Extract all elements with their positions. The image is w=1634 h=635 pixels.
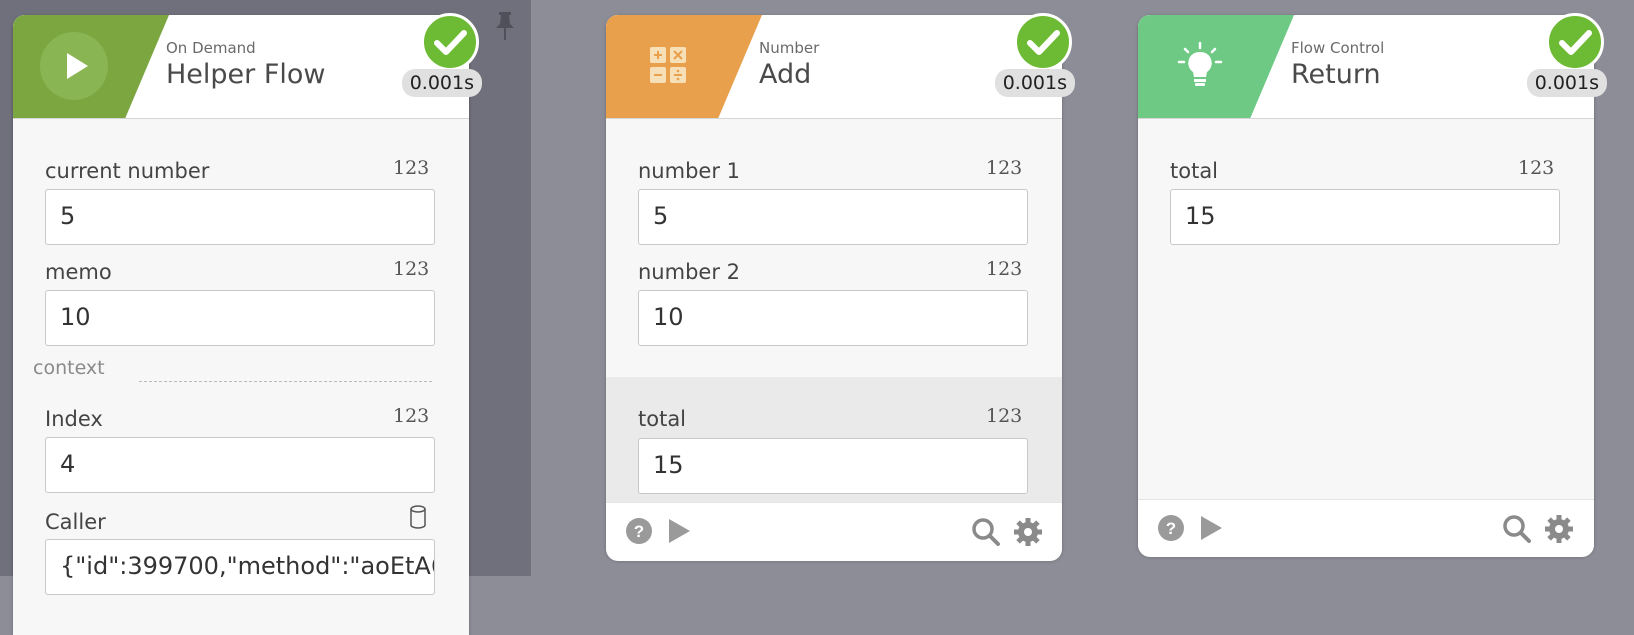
number-type-icon: 123	[986, 258, 1023, 280]
execution-time-badge: 0.001s	[1526, 69, 1607, 97]
context-section-label: context	[33, 357, 105, 379]
card-category: On Demand	[166, 39, 256, 57]
success-check-icon	[1546, 13, 1604, 71]
total-output[interactable]: 15	[638, 438, 1028, 494]
field-label-current-number: current number	[45, 159, 210, 183]
card-footer: ?	[606, 502, 1062, 561]
svg-text:?: ?	[634, 522, 644, 541]
current-number-input[interactable]: 5	[45, 189, 435, 245]
card-header: Flow Control Return	[1138, 15, 1594, 119]
number-1-input[interactable]: 5	[638, 189, 1028, 245]
card-category: Flow Control	[1291, 39, 1385, 57]
field-label-index: Index	[45, 407, 103, 431]
card-inputs: total 123 15	[1138, 119, 1594, 514]
add-card[interactable]: Number Add 0.001s number 1 123 5 number …	[606, 13, 1075, 561]
field-label-number-1: number 1	[638, 159, 740, 183]
card-outputs: total 123 15	[606, 377, 1062, 517]
number-type-icon: 123	[393, 258, 430, 280]
field-label-memo: memo	[45, 260, 112, 284]
execution-time-badge: 0.001s	[994, 69, 1075, 97]
card-title: Add	[759, 59, 812, 90]
card-title: Return	[1291, 59, 1381, 90]
search-icon[interactable]	[1502, 514, 1532, 548]
number-type-icon: 123	[1518, 157, 1555, 179]
field-label-total: total	[1170, 159, 1219, 183]
play-icon[interactable]	[40, 32, 108, 100]
index-input[interactable]: 4	[45, 437, 435, 493]
card-footer: ?	[1138, 499, 1594, 557]
card-category: Number	[759, 39, 820, 57]
helper-flow-card[interactable]: On Demand Helper Flow 0.001s current num…	[13, 13, 482, 635]
total-input[interactable]: 15	[1170, 189, 1560, 245]
number-2-input[interactable]: 10	[638, 290, 1028, 346]
help-icon[interactable]: ?	[1157, 514, 1185, 546]
card-title: Helper Flow	[166, 59, 326, 90]
search-icon[interactable]	[971, 517, 1001, 551]
lightbulb-icon	[1176, 41, 1224, 95]
execution-time-badge: 0.001s	[401, 69, 482, 97]
caller-input[interactable]: {"id":399700,"method":"aoEtA61	[45, 539, 435, 595]
success-check-icon	[1014, 13, 1072, 71]
field-label-caller: Caller	[45, 510, 106, 534]
context-divider	[139, 381, 432, 382]
pin-icon[interactable]	[494, 10, 516, 46]
field-label-total: total	[638, 407, 687, 431]
gear-icon[interactable]	[1544, 514, 1574, 548]
memo-input[interactable]: 10	[45, 290, 435, 346]
database-icon	[410, 505, 426, 533]
number-type-icon: 123	[393, 157, 430, 179]
number-type-icon: 123	[986, 157, 1023, 179]
svg-text:?: ?	[1166, 519, 1176, 538]
run-icon[interactable]	[1198, 514, 1224, 546]
return-card[interactable]: Flow Control Return 0.001s total 123 15 …	[1138, 13, 1607, 557]
help-icon[interactable]: ?	[625, 517, 653, 549]
card-inputs: current number 123 5 memo 123 10 context…	[13, 119, 469, 635]
card-inputs: number 1 123 5 number 2 123 10	[606, 119, 1062, 377]
card-header: Number Add	[606, 15, 1062, 119]
number-type-icon: 123	[986, 405, 1023, 427]
card-header: On Demand Helper Flow	[13, 15, 469, 119]
field-label-number-2: number 2	[638, 260, 740, 284]
calculator-icon	[650, 47, 686, 87]
run-icon[interactable]	[666, 517, 692, 549]
number-type-icon: 123	[393, 405, 430, 427]
gear-icon[interactable]	[1013, 517, 1043, 551]
success-check-icon	[421, 13, 479, 71]
